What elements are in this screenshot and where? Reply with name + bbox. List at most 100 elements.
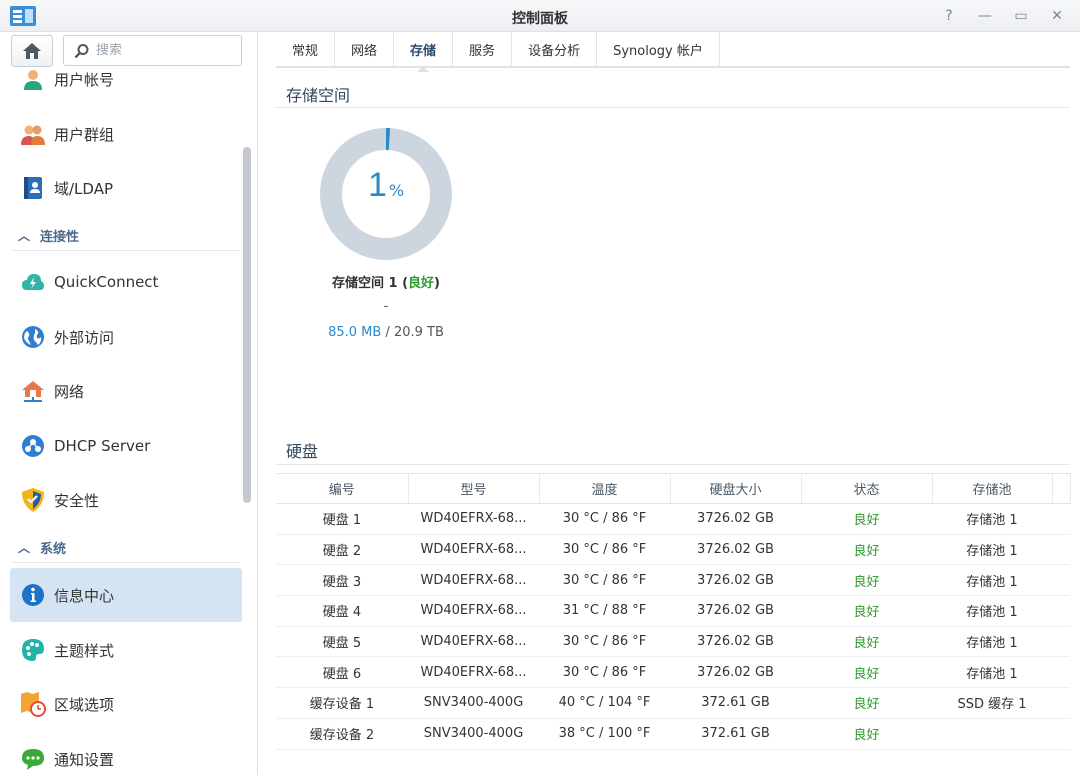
table-cell: 硬盘 5 [276,626,408,658]
disks-section-title: 硬盘 [286,442,319,461]
table-cell: 良好 [801,595,932,627]
sidebar-scrollbar[interactable] [243,147,251,503]
table-cell: 存储池 1 [932,503,1052,535]
table-row[interactable]: 硬盘 2 WD40EFRX-68... 30 °C / 86 °F 3726.02 G… [276,534,1070,566]
help-button[interactable]: ? [938,5,960,27]
table-cell [1052,564,1070,597]
table-cell: 30 °C / 86 °F [539,564,670,597]
table-cell: 31 °C / 88 °F [539,595,670,627]
close-button[interactable]: ✕ [1046,5,1068,27]
column-header[interactable]: 编号 [276,473,409,504]
table-row[interactable]: 缓存设备 1 SNV3400-400G 40 °C / 104 °F 372.61 G… [276,687,1070,719]
volume-capacity: 85.0 MB / 20.9 TB [328,325,444,340]
table-cell: WD40EFRX-68... [408,626,539,658]
table-cell: 30 °C / 86 °F [539,656,670,689]
table-row[interactable]: 缓存设备 2 SNV3400-400G 38 °C / 100 °F 372.61 G… [276,718,1070,750]
column-header[interactable]: 型号 [408,473,540,504]
sidebar-item-theme[interactable]: 主题样式 [10,623,242,677]
column-header[interactable]: 硬盘大小 [670,473,802,504]
tab-services[interactable]: 服务 [453,32,513,66]
window-title: 控制面板 [512,11,568,27]
sidebar-item-user-groups[interactable]: 用户群组 [10,107,242,161]
table-cell: WD40EFRX-68... [408,564,539,597]
table-cell: 良好 [801,626,932,658]
group-icon [20,121,46,147]
sidebar-item-dhcp-server[interactable]: DHCP Server [10,419,242,473]
table-cell: 硬盘 2 [276,534,408,566]
sidebar-item-label: 通知设置 [54,750,115,769]
tab-synology-account[interactable]: Synology 帐户 [597,32,720,66]
chevron-up-icon: ︿ [18,541,31,555]
storage-section-title: 存储空间 [286,86,351,105]
sidebar-item-domain-ldap[interactable]: 域/LDAP [10,161,242,215]
table-header-row: 编号 型号 温度 硬盘大小 状态 存储池 [276,473,1071,504]
tab-general[interactable]: 常规 [276,32,336,66]
tab-network[interactable]: 网络 [335,32,395,66]
table-cell [1052,595,1070,627]
table-cell: 38 °C / 100 °F [539,718,670,750]
sidebar-item-quickconnect[interactable]: QuickConnect [10,255,242,309]
tab-device-analytics[interactable]: 设备分析 [512,32,598,66]
shield-icon [20,487,46,513]
divider [276,464,1070,465]
table-cell: 硬盘 6 [276,656,408,689]
column-header[interactable]: 存储池 [932,473,1053,504]
tab-storage[interactable]: 存储 [394,32,454,72]
table-row[interactable]: 硬盘 4 WD40EFRX-68... 31 °C / 88 °F 3726.02 G… [276,595,1070,627]
sidebar-item-regional-options[interactable]: 区域选项 [10,677,242,731]
sidebar-item-info-center[interactable]: 信息中心 [10,568,242,622]
table-cell: 372.61 GB [670,687,801,719]
section-header-system[interactable]: ︿ 系统 [12,533,240,563]
table-cell: 良好 [801,564,932,597]
sidebar-item-label: 安全性 [54,491,100,510]
table-cell: 3726.02 GB [670,626,801,658]
table-row[interactable]: 硬盘 1 WD40EFRX-68... 30 °C / 86 °F 3726.02 G… [276,503,1070,535]
sidebar-item-label: 主题样式 [54,641,115,660]
column-header[interactable]: 状态 [801,473,933,504]
sidebar-item-label: 外部访问 [54,328,115,347]
table-cell: 缓存设备 2 [276,718,408,750]
table-cell: 存储池 1 [932,564,1052,597]
table-cell: 良好 [801,656,932,689]
sidebar-item-user-accounts[interactable]: 用户帐号 [10,52,242,106]
volume-description: - [383,299,389,314]
table-cell: 存储池 1 [932,534,1052,566]
regional-clock-icon [20,691,46,717]
sidebar-item-security[interactable]: 安全性 [10,473,242,527]
sidebar-item-label: 网络 [54,382,85,401]
maximize-button[interactable]: ▭ [1010,5,1032,27]
sidebar-item-network[interactable]: 网络 [10,364,242,418]
table-cell: 3726.02 GB [670,534,801,566]
table-row[interactable]: 硬盘 5 WD40EFRX-68... 30 °C / 86 °F 3726.02 G… [276,626,1070,658]
table-cell: WD40EFRX-68... [408,534,539,566]
table-cell: WD40EFRX-68... [408,503,539,535]
globe-icon [20,324,46,350]
sidebar-item-label: 信息中心 [54,586,115,605]
sidebar-item-label: 域/LDAP [54,179,114,198]
table-cell: WD40EFRX-68... [408,656,539,689]
table-cell [1052,534,1070,566]
table-cell: 30 °C / 86 °F [539,503,670,535]
column-header [1052,473,1071,504]
table-cell: 30 °C / 86 °F [539,534,670,566]
title-bar: 控制面板 ? — ▭ ✕ [0,0,1080,32]
column-header[interactable]: 温度 [539,473,671,504]
section-header-connectivity[interactable]: ︿ 连接性 [12,221,240,251]
minimize-button[interactable]: — [974,5,996,27]
sidebar-item-external-access[interactable]: 外部访问 [10,310,242,364]
palette-icon [20,637,46,663]
table-cell [1052,626,1070,658]
table-row[interactable]: 硬盘 6 WD40EFRX-68... 30 °C / 86 °F 3726.02 G… [276,656,1070,689]
info-icon [20,582,46,608]
table-cell: 3726.02 GB [670,503,801,535]
disk-table: 编号 型号 温度 硬盘大小 状态 存储池 硬盘 1 WD40EFRX-68... 3… [276,473,1071,750]
table-cell: 30 °C / 86 °F [539,626,670,658]
usage-percent: 1% [367,166,405,204]
main-panel: 常规 网络 存储 服务 设备分析 Synology 帐户 存储空间 1% 存储空… [276,32,1071,775]
table-cell: SSD 缓存 1 [932,687,1052,719]
sidebar-item-notification[interactable]: 通知设置 [10,732,242,775]
sidebar: 用户帐号 用户群组 域/LDAP ︿ 连接性 QuickConnect [0,32,258,775]
table-row[interactable]: 硬盘 3 WD40EFRX-68... 30 °C / 86 °F 3726.02 G… [276,564,1070,597]
table-cell: SNV3400-400G [408,718,539,750]
table-cell: 良好 [801,534,932,566]
